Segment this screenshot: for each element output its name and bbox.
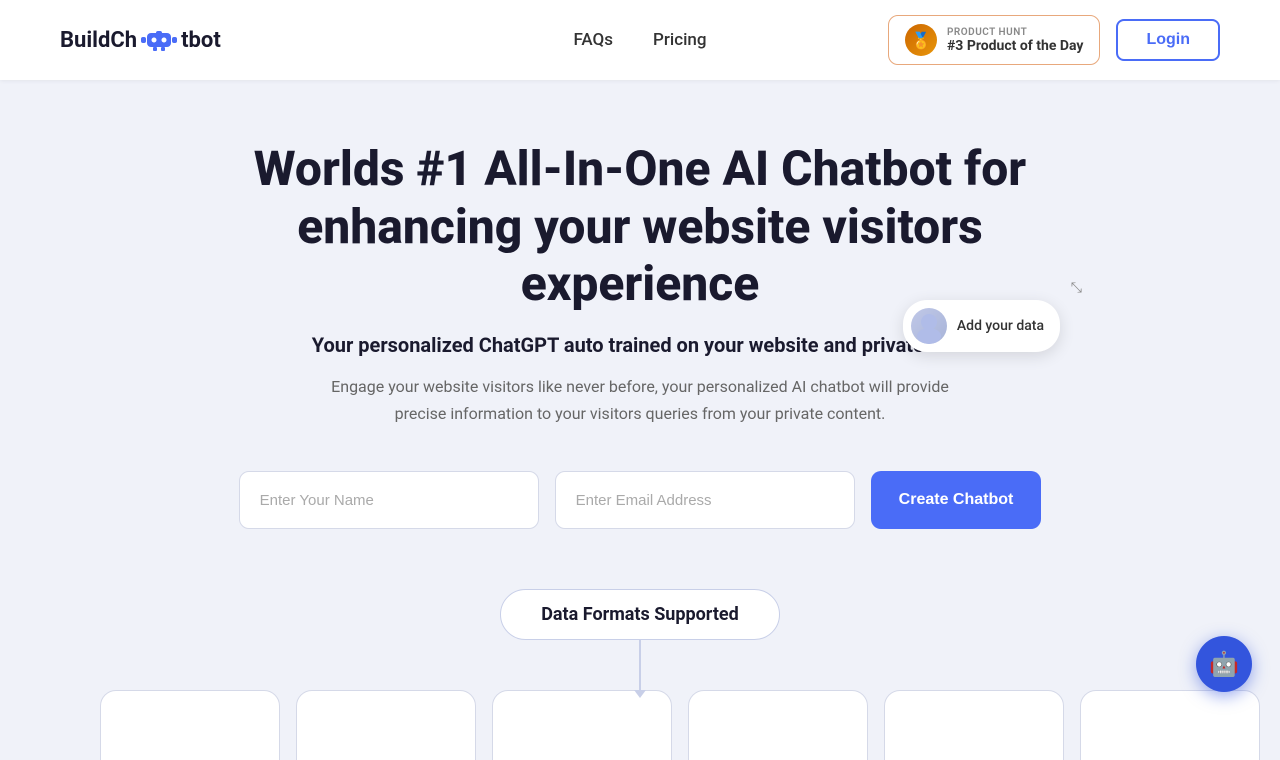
ph-medal-icon: 🏅: [905, 24, 937, 56]
format-card-4: [688, 690, 868, 760]
nav-right: 🏅 PRODUCT HUNT #3 Product of the Day Log…: [888, 15, 1220, 65]
nav-link-faqs[interactable]: FAQs: [574, 30, 614, 50]
data-formats-section: Data Formats Supported: [500, 589, 780, 690]
login-button[interactable]: Login: [1116, 19, 1220, 61]
hero-subtitle: Your personalized ChatGPT auto trained o…: [312, 333, 969, 357]
navbar: BuildCh tbot FAQs Pricing 🏅 PRODUCT HUNT…: [0, 0, 1280, 80]
hero-title: Worlds #1 All-In-One AI Chatbot for enha…: [190, 140, 1090, 313]
email-input[interactable]: [555, 471, 855, 529]
format-card-1: [100, 690, 280, 760]
chat-bubble-text: Add your data: [957, 318, 1044, 334]
format-cards-row: [0, 690, 1280, 760]
expand-icon: ⤡: [1071, 280, 1082, 296]
create-chatbot-button[interactable]: Create Chatbot: [871, 471, 1042, 529]
signup-form: Create Chatbot: [239, 471, 1042, 529]
hero-section: Add your data ⤡ Worlds #1 All-In-One AI …: [0, 80, 1280, 690]
nav-links: FAQs Pricing: [574, 30, 707, 50]
ph-title: #3 Product of the Day: [947, 38, 1083, 54]
format-card-5: [884, 690, 1064, 760]
format-card-6: [1080, 690, 1260, 760]
data-formats-badge[interactable]: Data Formats Supported: [500, 589, 780, 640]
nav-link-pricing[interactable]: Pricing: [653, 30, 707, 50]
chatbot-fab-icon: 🤖: [1209, 650, 1239, 678]
format-card-3: [492, 690, 672, 760]
logo[interactable]: BuildCh tbot: [60, 28, 221, 53]
hero-description: Engage your website visitors like never …: [310, 373, 970, 427]
logo-robot-icon: [141, 29, 177, 51]
chatbot-fab-button[interactable]: 🤖: [1196, 636, 1252, 692]
connector-line: [639, 640, 641, 690]
format-card-2: [296, 690, 476, 760]
ph-label: PRODUCT HUNT: [947, 27, 1083, 38]
chat-bubble: Add your data: [903, 300, 1060, 352]
ph-text: PRODUCT HUNT #3 Product of the Day: [947, 27, 1083, 54]
name-input[interactable]: [239, 471, 539, 529]
product-hunt-badge[interactable]: 🏅 PRODUCT HUNT #3 Product of the Day: [888, 15, 1100, 65]
logo-text-end: tbot: [181, 28, 221, 53]
logo-text-start: BuildCh: [60, 28, 137, 53]
chat-avatar: [911, 308, 947, 344]
